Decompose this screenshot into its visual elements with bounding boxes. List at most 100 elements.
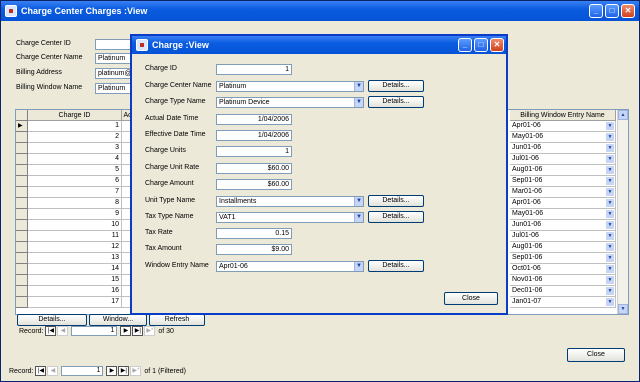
chevron-down-icon[interactable]: ▼ bbox=[606, 199, 614, 207]
row-selector[interactable] bbox=[16, 209, 28, 220]
actual-date-time-field[interactable]: 1/04/2006 bbox=[216, 114, 292, 125]
window-button[interactable]: Window... bbox=[89, 314, 147, 326]
tax-amount-field[interactable]: $9.00 bbox=[216, 244, 292, 255]
chevron-down-icon[interactable]: ▼ bbox=[354, 262, 363, 271]
chevron-down-icon[interactable]: ▼ bbox=[606, 210, 614, 218]
window-entry-name-select[interactable]: Apr01-06 ▼ bbox=[216, 261, 364, 272]
billing-window-entry-cell[interactable]: Jul01-06 ▼ bbox=[510, 231, 616, 242]
billing-window-entry-cell[interactable]: Aug01-06 ▼ bbox=[510, 165, 616, 176]
main-close-button[interactable]: Close bbox=[567, 348, 625, 362]
billing-window-entry-cell[interactable]: Apr01-06 ▼ bbox=[510, 121, 616, 132]
charge-id-cell[interactable]: 16 bbox=[28, 286, 122, 297]
charge-center-name-field[interactable]: Platinum bbox=[95, 53, 135, 64]
row-selector[interactable] bbox=[16, 275, 28, 286]
chevron-down-icon[interactable]: ▼ bbox=[606, 254, 614, 262]
grid-vertical-scrollbar[interactable]: ▲ ▼ bbox=[617, 110, 628, 314]
charge-id-cell[interactable]: 13 bbox=[28, 253, 122, 264]
billing-window-entry-cell[interactable]: Nov01-06 ▼ bbox=[510, 275, 616, 286]
first-record-icon[interactable]: |◀ bbox=[45, 326, 57, 337]
minimize-icon[interactable]: _ bbox=[589, 4, 603, 18]
chevron-down-icon[interactable]: ▼ bbox=[354, 213, 363, 222]
chevron-down-icon[interactable]: ▼ bbox=[606, 133, 614, 141]
charge-id-cell[interactable]: 10 bbox=[28, 220, 122, 231]
billing-window-name-field[interactable]: Platinum bbox=[95, 83, 135, 94]
prev-record-icon[interactable]: ◀ bbox=[57, 326, 69, 337]
charge-id-cell[interactable]: 7 bbox=[28, 187, 122, 198]
chevron-down-icon[interactable]: ▼ bbox=[354, 82, 363, 91]
charge-id-cell[interactable]: 9 bbox=[28, 209, 122, 220]
charge-id-cell[interactable]: 14 bbox=[28, 264, 122, 275]
charge-unit-rate-field[interactable]: $60.00 bbox=[216, 163, 292, 174]
chevron-down-icon[interactable]: ▼ bbox=[606, 232, 614, 240]
charge-id-cell[interactable]: 3 bbox=[28, 143, 122, 154]
charge-id-cell[interactable]: 4 bbox=[28, 154, 122, 165]
row-selector[interactable] bbox=[16, 143, 28, 154]
charge-id-field[interactable]: 1 bbox=[216, 64, 292, 75]
unit-type-name-select[interactable]: Installments ▼ bbox=[216, 196, 364, 207]
billing-window-entry-cell[interactable]: Sep01-06 ▼ bbox=[510, 253, 616, 264]
chevron-down-icon[interactable]: ▼ bbox=[606, 243, 614, 251]
chevron-down-icon[interactable]: ▼ bbox=[606, 144, 614, 152]
row-selector[interactable] bbox=[16, 297, 28, 308]
charge-amount-field[interactable]: $60.00 bbox=[216, 179, 292, 190]
chevron-down-icon[interactable]: ▼ bbox=[354, 98, 363, 107]
next-record-icon[interactable]: ▶ bbox=[120, 326, 132, 337]
chevron-down-icon[interactable]: ▼ bbox=[606, 298, 614, 306]
charge-id-cell[interactable]: 1 bbox=[28, 121, 122, 132]
effective-date-time-field[interactable]: 1/04/2006 bbox=[216, 130, 292, 141]
row-selector[interactable] bbox=[16, 132, 28, 143]
billing-window-entry-cell[interactable]: Sep01-06 ▼ bbox=[510, 176, 616, 187]
form-last-record-icon[interactable]: ▶| bbox=[118, 366, 130, 377]
charge-type-details-button[interactable]: Details... bbox=[368, 96, 424, 108]
dialog-close-button[interactable]: Close bbox=[444, 292, 498, 305]
col-header-billing-window-entry-name[interactable]: Billing Window Entry Name bbox=[510, 110, 616, 121]
chevron-down-icon[interactable]: ▼ bbox=[606, 155, 614, 163]
row-selector[interactable] bbox=[16, 231, 28, 242]
chevron-down-icon[interactable]: ▼ bbox=[606, 287, 614, 295]
dialog-maximize-icon[interactable]: □ bbox=[474, 38, 488, 52]
dialog-minimize-icon[interactable]: _ bbox=[458, 38, 472, 52]
row-selector[interactable]: ▶ bbox=[16, 121, 28, 132]
billing-window-entry-cell[interactable]: Jan01-07 ▼ bbox=[510, 297, 616, 308]
chevron-down-icon[interactable]: ▼ bbox=[606, 177, 614, 185]
maximize-icon[interactable]: □ bbox=[605, 4, 619, 18]
row-selector[interactable] bbox=[16, 176, 28, 187]
new-record-icon[interactable]: ▶* bbox=[144, 326, 156, 337]
row-selector[interactable] bbox=[16, 154, 28, 165]
charge-id-cell[interactable]: 17 bbox=[28, 297, 122, 308]
scroll-down-icon[interactable]: ▼ bbox=[618, 304, 628, 314]
charge-units-field[interactable]: 1 bbox=[216, 146, 292, 157]
form-prev-record-icon[interactable]: ◀ bbox=[47, 366, 59, 377]
charge-id-cell[interactable]: 5 bbox=[28, 165, 122, 176]
last-record-icon[interactable]: ▶| bbox=[132, 326, 144, 337]
charge-id-cell[interactable]: 15 bbox=[28, 275, 122, 286]
billing-window-entry-cell[interactable]: May01-06 ▼ bbox=[510, 209, 616, 220]
chevron-down-icon[interactable]: ▼ bbox=[606, 265, 614, 273]
charge-center-id-field[interactable] bbox=[95, 39, 135, 50]
charge-type-name-select[interactable]: Platinum Device ▼ bbox=[216, 97, 364, 108]
charge-id-cell[interactable]: 6 bbox=[28, 176, 122, 187]
row-selector[interactable] bbox=[16, 264, 28, 275]
charge-center-details-button[interactable]: Details... bbox=[368, 80, 424, 92]
charge-id-cell[interactable]: 11 bbox=[28, 231, 122, 242]
form-new-record-icon[interactable]: ▶* bbox=[130, 366, 142, 377]
billing-window-entry-cell[interactable]: Dec01-06 ▼ bbox=[510, 286, 616, 297]
billing-window-entry-cell[interactable]: Jun01-06 ▼ bbox=[510, 143, 616, 154]
chevron-down-icon[interactable]: ▼ bbox=[606, 166, 614, 174]
window-entry-details-button[interactable]: Details... bbox=[368, 260, 424, 272]
billing-window-entry-cell[interactable]: Jul01-06 ▼ bbox=[510, 154, 616, 165]
row-selector[interactable] bbox=[16, 187, 28, 198]
col-header-charge-id[interactable]: Charge ID bbox=[28, 110, 122, 121]
chevron-down-icon[interactable]: ▼ bbox=[606, 188, 614, 196]
chevron-down-icon[interactable]: ▼ bbox=[606, 122, 614, 130]
row-selector[interactable] bbox=[16, 242, 28, 253]
main-titlebar[interactable]: Charge Center Charges :View _ □ ✕ bbox=[1, 1, 639, 21]
details-button[interactable]: Details... bbox=[17, 314, 87, 326]
charge-id-cell[interactable]: 8 bbox=[28, 198, 122, 209]
row-selector[interactable] bbox=[16, 253, 28, 264]
billing-window-entry-cell[interactable]: Oct01-06 ▼ bbox=[510, 264, 616, 275]
billing-window-entry-cell[interactable]: Jun01-06 ▼ bbox=[510, 220, 616, 231]
billing-window-entry-cell[interactable]: May01-06 ▼ bbox=[510, 132, 616, 143]
row-selector[interactable] bbox=[16, 220, 28, 231]
tax-type-name-select[interactable]: VAT1 ▼ bbox=[216, 212, 364, 223]
